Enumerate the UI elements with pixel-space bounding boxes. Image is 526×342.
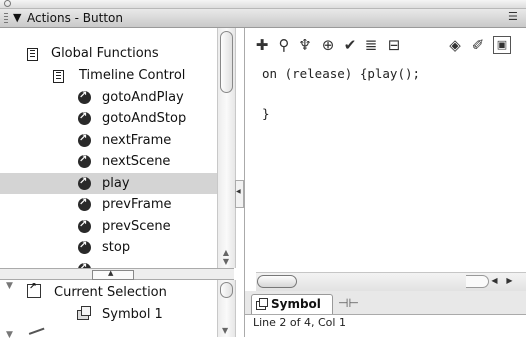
tab-symbol-1[interactable]: Symbol 1	[251, 294, 333, 327]
panel-title: Actions - Button	[27, 11, 123, 25]
navigator-scrollbar[interactable]: ▼	[217, 280, 236, 337]
toolbox-item-prevframe[interactable]: prevFrame	[0, 194, 217, 215]
toolbox-item-timeline-control[interactable]: Timeline Control	[0, 65, 217, 86]
scrollbar-track-end	[466, 275, 489, 288]
toolbox-item-label: prevFrame	[102, 197, 172, 212]
panel-options-menu-icon[interactable]: ☰	[508, 11, 522, 23]
pin-script-icon[interactable]: ⊣⊢	[338, 296, 359, 310]
toolbox-item-stop[interactable]: stop	[0, 237, 217, 258]
action-icon	[78, 196, 91, 211]
action-icon	[78, 218, 91, 233]
symbol-icon	[77, 306, 91, 320]
action-icon	[78, 110, 91, 125]
script-editor[interactable]: on (release) {play(); }	[256, 64, 518, 269]
toolbox-item-nextscene[interactable]: nextScene	[0, 151, 217, 172]
toolbox-item-label: stop	[102, 240, 131, 255]
script-line[interactable]: }	[262, 106, 270, 122]
options-icon[interactable]: ▣	[493, 36, 511, 54]
current-selection-icon	[27, 282, 41, 298]
action-icon	[78, 132, 91, 147]
add-statement-icon[interactable]: ✚	[253, 36, 271, 54]
collapse-toolbox-button[interactable]	[235, 180, 244, 208]
code-hint-icon[interactable]: ⊟	[385, 36, 403, 54]
toolbox-item-play[interactable]: play	[0, 173, 235, 194]
toolbox-item-label: nextFrame	[102, 133, 172, 148]
toolbox-item-label: prevScene	[102, 219, 171, 234]
find-icon[interactable]: ⚲	[275, 36, 293, 54]
scroll-down-icon[interactable]: ▼	[222, 326, 228, 335]
toolbox-item-label: gotoAndStop	[102, 111, 187, 126]
toolbox-item-label: nextScene	[102, 154, 171, 169]
window-top-strip	[0, 0, 526, 9]
toolbox-item-label: Global Functions	[51, 46, 159, 61]
script-toolbar: ✚ ⚲ ♆ ⊕ ✔ ≣ ⊟ ◈ ✐ ▣	[245, 28, 526, 60]
script-navigator: ▼ Current Selection Symbol 1 ▼	[0, 280, 244, 342]
check-syntax-icon[interactable]: ✔	[341, 36, 359, 54]
action-icon	[78, 175, 91, 190]
insert-target-path-icon[interactable]: ⊕	[319, 36, 337, 54]
scrollbar-thumb[interactable]	[220, 31, 233, 93]
scrollbar-thumb[interactable]	[257, 275, 297, 288]
symbol-label: Symbol 1	[102, 307, 163, 322]
scroll-left-icon[interactable]: ◀	[489, 274, 500, 288]
toolbox-item-label: gotoAndPlay	[102, 90, 184, 105]
pane-divider[interactable]	[0, 268, 234, 280]
window-dot-icon	[4, 0, 11, 7]
scroll-arrows-icon[interactable]: ▲ ▼	[221, 248, 231, 266]
book-icon	[26, 47, 39, 61]
toolbox-item-gotoandplay[interactable]: gotoAndPlay	[0, 87, 217, 108]
toolbox-item-prevscene[interactable]: prevScene	[0, 216, 217, 237]
current-selection-label: Current Selection	[54, 285, 167, 300]
toolbox-item-label: Timeline Control	[79, 68, 186, 83]
book-icon	[52, 69, 65, 83]
script-assist-icon[interactable]: ✐	[469, 36, 487, 54]
script-line[interactable]: on (release) {play();	[262, 66, 420, 82]
scrollbar-thumb[interactable]	[220, 282, 233, 298]
drag-grip-icon[interactable]	[4, 13, 8, 23]
scene-icon	[28, 327, 48, 342]
replace-icon[interactable]: ♆	[296, 36, 314, 54]
expand-triangle-icon[interactable]: ▼	[6, 330, 13, 340]
navigator-item-current-selection[interactable]: Current Selection	[0, 282, 217, 303]
script-tab-bar: Symbol 1 ⊣⊢	[245, 291, 526, 327]
collapse-triangle-icon[interactable]: ▼	[13, 10, 21, 26]
navigator-item-symbol[interactable]: Symbol 1	[0, 305, 217, 325]
debug-options-icon[interactable]: ◈	[446, 36, 464, 54]
toolbox-item-partial[interactable]	[0, 259, 217, 268]
toolbox-item-nextframe[interactable]: nextFrame	[0, 130, 217, 151]
scroll-right-icon[interactable]: ▶	[504, 274, 515, 288]
divider-toggle-button[interactable]	[92, 269, 134, 280]
action-icon	[78, 239, 91, 254]
auto-format-icon[interactable]: ≣	[362, 36, 380, 54]
editor-horizontal-scrollbar[interactable]: ◀ ▶	[256, 272, 526, 292]
panel-titlebar[interactable]: ▼ Actions - Button ☰	[0, 9, 526, 28]
status-text: Line 2 of 4, Col 1	[253, 316, 346, 329]
toolbox-item-label: play	[102, 176, 130, 191]
symbol-icon	[256, 298, 268, 310]
toolbox-item-global-functions[interactable]: Global Functions	[0, 43, 217, 64]
action-icon	[78, 153, 91, 168]
toolbox-scrollbar[interactable]: ▲ ▼	[217, 28, 236, 268]
status-bar: Line 2 of 4, Col 1	[245, 315, 526, 337]
toolbox-item-gotoandstop[interactable]: gotoAndStop	[0, 108, 217, 129]
action-icon	[78, 89, 91, 104]
